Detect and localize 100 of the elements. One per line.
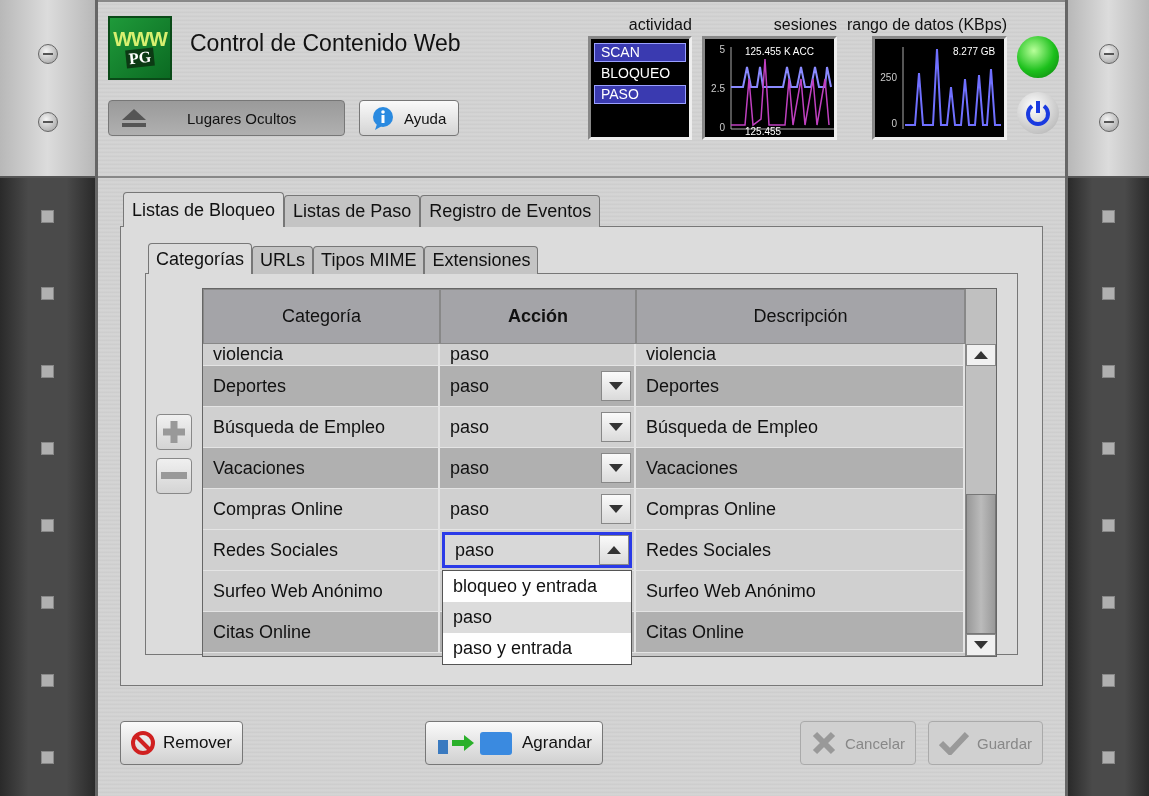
checkmark-icon: [938, 731, 969, 755]
graph-reading: 125.455 K ACC: [744, 46, 814, 57]
logo-text: WWW: [113, 29, 167, 49]
table-cell: Compras Online: [203, 489, 440, 530]
activity-item: PASO: [593, 85, 686, 104]
dropdown-button[interactable]: [599, 535, 629, 565]
rivet-icon: [41, 441, 54, 455]
graph-reading: 125.455: [744, 126, 782, 137]
column-header[interactable]: Categoría: [203, 289, 440, 344]
table-cell: Búsqueda de Empleo: [203, 407, 440, 448]
action-dropdown[interactable]: paso: [440, 366, 636, 407]
plus-icon: [161, 419, 187, 445]
graph-reading: 8.277 GB: [953, 46, 996, 57]
axis-label: 2.5: [711, 83, 725, 94]
power-button[interactable]: [1017, 92, 1059, 134]
table-cell: Redes Sociales: [203, 530, 440, 571]
logo-text: PG: [125, 47, 155, 69]
table-cell: Redes Sociales: [636, 530, 965, 571]
monitor-label: rango de datos (KBps): [846, 16, 1007, 34]
screw-icon: [1098, 112, 1119, 132]
dropdown-value: paso: [450, 416, 490, 438]
axis-label: 250: [880, 72, 897, 83]
tab[interactable]: Registro de Eventos: [420, 195, 601, 227]
x-icon: [810, 730, 837, 756]
dropdown-option[interactable]: paso: [443, 602, 631, 633]
action-dropdown[interactable]: paso: [440, 448, 636, 489]
rivet-icon: [1102, 596, 1115, 610]
caret-icon: [609, 464, 623, 472]
dropdown-button[interactable]: [601, 494, 631, 524]
rivet-icon: [41, 750, 54, 764]
table-cell: violencia: [636, 344, 965, 366]
rivet-icon: [41, 596, 54, 610]
action-dropdown[interactable]: paso: [440, 344, 636, 366]
info-icon: [372, 106, 394, 130]
transfer-icon: [435, 730, 514, 756]
dropdown-value: paso: [450, 375, 490, 397]
monitor-label: sesiones: [773, 16, 837, 34]
axis-label: 0: [891, 118, 897, 129]
action-button[interactable]: Agrandar: [424, 721, 603, 765]
toolbar-button[interactable]: Lugares Ocultos: [108, 100, 345, 136]
table-cell: Surfeo Web Anónimo: [636, 571, 965, 612]
dropdown-value: paso: [450, 498, 490, 520]
dropdown-button[interactable]: [601, 412, 631, 442]
table-cell: violencia: [203, 344, 440, 366]
caret-icon: [609, 505, 623, 513]
rivet-icon: [41, 287, 54, 301]
table-cell: Citas Online: [203, 612, 440, 653]
screw-icon: [1098, 44, 1119, 64]
tab[interactable]: Tipos MIME: [313, 246, 425, 274]
rivet-icon: [1102, 210, 1115, 224]
table-cell: Deportes: [636, 366, 965, 407]
monitor-label: actividad: [628, 16, 692, 34]
eject-icon: [121, 108, 147, 128]
action-dropdown[interactable]: paso: [440, 489, 636, 530]
dropdown-button[interactable]: [601, 453, 631, 483]
rivet-icon: [41, 673, 54, 687]
scrollbar[interactable]: [965, 289, 996, 656]
scroll-thumb[interactable]: [966, 494, 996, 634]
caret-icon: [609, 382, 623, 390]
table-cell: Compras Online: [636, 489, 965, 530]
table-cell: Surfeo Web Anónimo: [203, 571, 440, 612]
tab[interactable]: Listas de Paso: [284, 195, 421, 227]
axis-label: 0: [719, 122, 725, 133]
dropdown-value: paso: [455, 539, 495, 561]
open-dropdown[interactable]: paso: [442, 532, 632, 568]
table-cell: Vacaciones: [636, 448, 965, 489]
activity-item: BLOQUEO: [599, 64, 672, 83]
caret-icon: [607, 546, 621, 554]
prohibited-icon: [131, 731, 155, 755]
caret-icon: [974, 641, 988, 649]
action-dropdown[interactable]: paso: [440, 407, 636, 448]
dropdown-button[interactable]: [601, 371, 631, 401]
tab[interactable]: Listas de Bloqueo: [123, 192, 285, 227]
column-header[interactable]: Descripción: [636, 289, 965, 344]
table-cell: Vacaciones: [203, 448, 440, 489]
rivet-icon: [41, 364, 54, 378]
scroll-up-button[interactable]: [966, 344, 996, 366]
action-button[interactable]: Remover: [120, 721, 243, 765]
screw-icon: [37, 112, 58, 132]
rivet-icon: [1102, 750, 1115, 764]
table-cell: Búsqueda de Empleo: [636, 407, 965, 448]
rivet-icon: [1102, 519, 1115, 533]
scroll-down-button[interactable]: [966, 634, 996, 656]
screw-icon: [37, 44, 58, 64]
axis-label: 5: [719, 44, 725, 55]
rivet-icon: [1102, 364, 1115, 378]
dropdown-value: paso: [450, 344, 490, 365]
toolbar-button[interactable]: Ayuda: [359, 100, 460, 136]
app-title: Control de Contenido Web: [190, 29, 461, 57]
add-button[interactable]: [156, 414, 192, 450]
tab[interactable]: URLs: [252, 246, 314, 274]
rivet-icon: [1102, 673, 1115, 687]
rivet-icon: [41, 519, 54, 533]
caret-icon: [609, 423, 623, 431]
remove-button[interactable]: [156, 458, 192, 494]
rivet-icon: [41, 210, 54, 224]
tab[interactable]: Extensiones: [424, 246, 539, 274]
minus-icon: [161, 472, 187, 480]
column-header[interactable]: Acción: [440, 289, 636, 344]
tab[interactable]: Categorías: [148, 243, 253, 274]
